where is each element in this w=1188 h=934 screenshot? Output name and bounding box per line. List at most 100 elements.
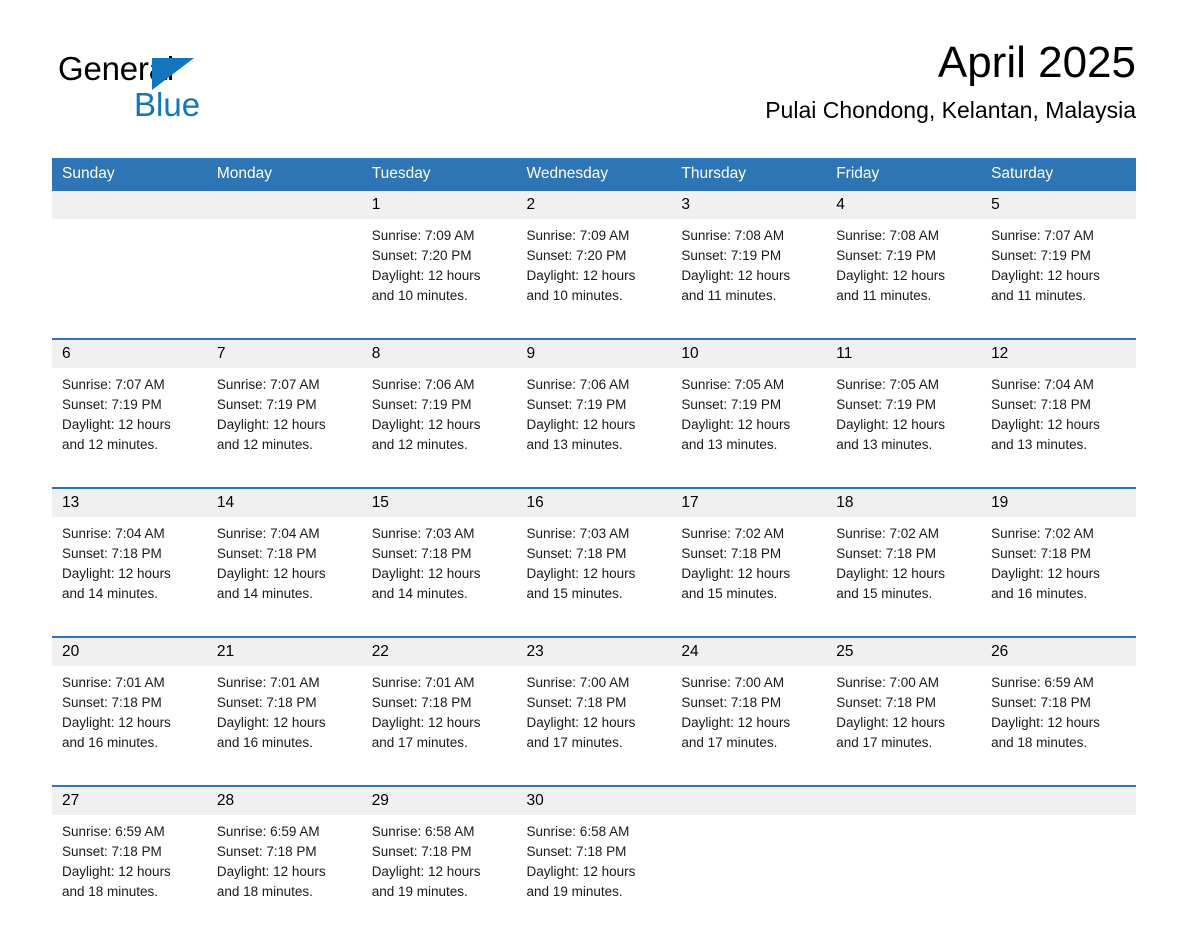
day-number[interactable]: 26 [981,636,1136,666]
day-number[interactable]: 13 [52,487,207,517]
sunset-text: Sunset: 7:18 PM [681,695,782,710]
day-cell[interactable] [671,815,827,934]
day-cell[interactable]: Sunrise: 7:05 AM Sunset: 7:19 PM Dayligh… [826,368,982,488]
daylight-text-line2: and 17 minutes. [681,735,778,750]
day-cell[interactable]: Sunrise: 6:59 AM Sunset: 7:18 PM Dayligh… [52,815,207,934]
day-number[interactable]: 18 [826,487,982,517]
day-number[interactable]: 4 [826,191,982,219]
daylight-text-line1: Daylight: 12 hours [991,417,1100,432]
day-number[interactable]: 5 [981,191,1136,219]
day-cell[interactable]: Sunrise: 7:00 AM Sunset: 7:18 PM Dayligh… [826,666,982,786]
day-cell[interactable]: Sunrise: 6:59 AM Sunset: 7:18 PM Dayligh… [981,666,1136,786]
sunrise-text: Sunrise: 7:07 AM [991,228,1094,243]
day-number[interactable]: 17 [671,487,827,517]
daylight-text-line1: Daylight: 12 hours [216,864,326,879]
day-cell[interactable]: Sunrise: 7:07 AM Sunset: 7:19 PM Dayligh… [52,368,207,488]
day-number[interactable]: 25 [826,636,982,666]
day-cell[interactable]: Sunrise: 7:00 AM Sunset: 7:18 PM Dayligh… [516,666,672,786]
day-number[interactable]: 23 [516,636,672,666]
day-number[interactable]: 19 [981,487,1136,517]
day-number[interactable]: 10 [671,338,827,368]
calendar-table: Sunday Monday Tuesday Wednesday Thursday… [52,158,1136,934]
day-number[interactable] [826,785,982,815]
day-cell[interactable]: Sunrise: 7:07 AM Sunset: 7:19 PM Dayligh… [206,368,362,488]
day-number[interactable]: 24 [671,636,827,666]
day-cell[interactable]: Sunrise: 7:02 AM Sunset: 7:18 PM Dayligh… [981,517,1136,637]
day-number[interactable]: 22 [361,636,517,666]
daylight-text-line2: and 15 minutes. [526,586,623,601]
day-number[interactable]: 20 [52,636,207,666]
sunrise-text: Sunrise: 6:58 AM [371,824,475,839]
daylight-text-line1: Daylight: 12 hours [526,417,636,432]
weekday-header-saturday: Saturday [981,158,1136,191]
calendar-header-row: Sunday Monday Tuesday Wednesday Thursday… [52,158,1136,191]
day-number[interactable]: 1 [361,191,517,219]
day-number[interactable]: 11 [826,338,982,368]
day-number[interactable] [52,191,207,219]
day-cell[interactable]: Sunrise: 7:01 AM Sunset: 7:18 PM Dayligh… [206,666,362,786]
day-number[interactable]: 3 [671,191,827,219]
day-cell[interactable]: Sunrise: 7:08 AM Sunset: 7:19 PM Dayligh… [826,219,982,339]
day-cell[interactable]: Sunrise: 6:58 AM Sunset: 7:18 PM Dayligh… [361,815,517,934]
day-cell[interactable]: Sunrise: 7:06 AM Sunset: 7:19 PM Dayligh… [361,368,517,488]
day-cell[interactable]: Sunrise: 7:04 AM Sunset: 7:18 PM Dayligh… [52,517,207,637]
day-number[interactable]: 9 [516,338,672,368]
daylight-text-line1: Daylight: 12 hours [371,864,481,879]
day-cell[interactable]: Sunrise: 7:06 AM Sunset: 7:19 PM Dayligh… [516,368,672,488]
day-number[interactable]: 15 [361,487,517,517]
day-cell[interactable] [52,219,207,339]
day-cell[interactable]: Sunrise: 7:05 AM Sunset: 7:19 PM Dayligh… [671,368,827,488]
daylight-text-line1: Daylight: 12 hours [371,417,481,432]
day-cell[interactable]: Sunrise: 6:59 AM Sunset: 7:18 PM Dayligh… [206,815,362,934]
sunset-text: Sunset: 7:18 PM [681,546,782,561]
day-cell[interactable]: Sunrise: 7:00 AM Sunset: 7:18 PM Dayligh… [671,666,827,786]
day-number[interactable] [981,785,1136,815]
daylight-text-line2: and 10 minutes. [371,288,468,303]
day-cell[interactable] [206,219,362,339]
day-cell[interactable]: Sunrise: 7:09 AM Sunset: 7:20 PM Dayligh… [361,219,517,339]
day-number[interactable]: 29 [361,785,517,815]
sunrise-text: Sunrise: 7:02 AM [681,526,785,541]
day-number[interactable]: 30 [516,785,672,815]
daylight-text-line2: and 13 minutes. [681,437,778,452]
day-number[interactable]: 8 [361,338,517,368]
day-number[interactable]: 28 [206,785,362,815]
day-cell[interactable]: Sunrise: 7:04 AM Sunset: 7:18 PM Dayligh… [206,517,362,637]
day-cell[interactable] [826,815,982,934]
day-cell[interactable]: Sunrise: 7:03 AM Sunset: 7:18 PM Dayligh… [516,517,672,637]
day-cell[interactable]: Sunrise: 7:03 AM Sunset: 7:18 PM Dayligh… [361,517,517,637]
weekday-header-monday: Monday [206,158,362,191]
day-number[interactable] [671,785,827,815]
day-number[interactable]: 21 [206,636,362,666]
day-cell[interactable]: Sunrise: 6:58 AM Sunset: 7:18 PM Dayligh… [516,815,672,934]
daylight-text-line2: and 14 minutes. [62,586,159,601]
day-number[interactable]: 7 [206,338,362,368]
day-cell[interactable]: Sunrise: 7:02 AM Sunset: 7:18 PM Dayligh… [826,517,982,637]
sunset-text: Sunset: 7:19 PM [836,397,937,412]
day-cell[interactable]: Sunrise: 7:01 AM Sunset: 7:18 PM Dayligh… [361,666,517,786]
day-number[interactable]: 27 [52,785,207,815]
day-number[interactable]: 16 [516,487,672,517]
day-cell[interactable]: Sunrise: 7:09 AM Sunset: 7:20 PM Dayligh… [516,219,672,339]
week-row-details: Sunrise: 7:09 AM Sunset: 7:20 PM Dayligh… [52,219,1136,339]
daylight-text-line1: Daylight: 12 hours [62,566,171,581]
sunset-text: Sunset: 7:19 PM [62,397,162,412]
generalblue-logo[interactable]: General Blue [58,52,358,124]
daylight-text-line2: and 16 minutes. [216,735,313,750]
week-row-daynums: 1 2 3 4 5 [52,191,1136,219]
day-cell[interactable] [981,815,1136,934]
day-cell[interactable]: Sunrise: 7:07 AM Sunset: 7:19 PM Dayligh… [981,219,1136,339]
daylight-text-line1: Daylight: 12 hours [371,268,481,283]
day-number[interactable]: 2 [516,191,672,219]
day-cell[interactable]: Sunrise: 7:08 AM Sunset: 7:19 PM Dayligh… [671,219,827,339]
day-number[interactable] [206,191,362,219]
day-cell[interactable]: Sunrise: 7:02 AM Sunset: 7:18 PM Dayligh… [671,517,827,637]
day-cell[interactable]: Sunrise: 7:01 AM Sunset: 7:18 PM Dayligh… [52,666,207,786]
day-cell[interactable]: Sunrise: 7:04 AM Sunset: 7:18 PM Dayligh… [981,368,1136,488]
day-number[interactable]: 12 [981,338,1136,368]
sunset-text: Sunset: 7:18 PM [526,695,627,710]
sunrise-text: Sunrise: 7:08 AM [681,228,785,243]
day-number[interactable]: 14 [206,487,362,517]
day-number[interactable]: 6 [52,338,207,368]
sunrise-text: Sunrise: 7:08 AM [836,228,940,243]
